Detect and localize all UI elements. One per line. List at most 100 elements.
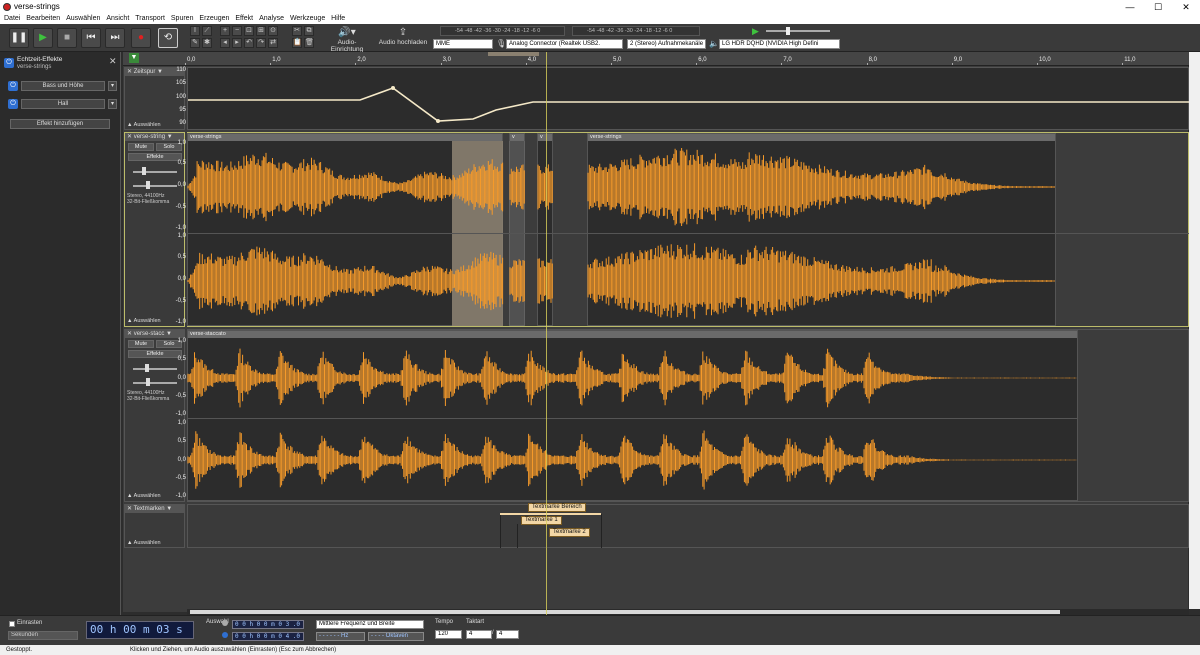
track-close-icon[interactable]: ✕ [127,134,134,140]
menu-generate[interactable]: Erzeugen [199,14,229,24]
skip-end-button[interactable]: ⏭ [105,28,125,48]
close-panel-icon[interactable]: ✕ [109,56,117,67]
fit-selection-icon[interactable]: ⊡ [244,26,254,36]
effect-options-icon[interactable]: ▾ [108,99,117,109]
snap-unit-select[interactable]: Sekunden [8,631,78,640]
playback-speed-slider[interactable] [766,30,830,32]
effect-reverb[interactable]: Hall [21,99,105,109]
effect-options-icon[interactable]: ▾ [108,81,117,91]
recording-device-select[interactable]: Analog Connector (Realtek USB2. [506,39,623,49]
label-2[interactable]: Textmarke 2 [549,528,590,537]
playback-meter[interactable]: -54 -48 -42 -36 -30 -24 -18 -12 -6 0 [572,26,700,36]
horizontal-scroll-thumb[interactable] [190,610,1060,614]
staccato-track-header[interactable]: ✕ verse-stacc ▼ [125,330,184,338]
minimize-button[interactable]: — [1116,0,1144,14]
pan-thumb[interactable] [146,378,150,386]
zoom-out-icon[interactable]: − [232,26,242,36]
fit-project-icon[interactable]: ⊞ [256,26,266,36]
menu-tracks[interactable]: Spuren [171,14,194,24]
pan-thumb[interactable] [146,181,150,189]
clip-name[interactable]: verse-staccato [188,331,1077,338]
clip-name[interactable]: verse-strings [188,134,502,141]
menu-edit[interactable]: Bearbeiten [26,14,60,24]
maximize-button[interactable]: ☐ [1144,0,1172,14]
multi-tool-icon[interactable]: ✱ [202,38,212,48]
track-menu-icon[interactable]: ▼ [165,506,172,512]
share-audio-button[interactable]: ⇪ Audio hochladen [378,27,428,49]
sync-lock-icon[interactable]: ⇄ [268,38,278,48]
speed-slider-thumb[interactable] [786,27,790,35]
menu-view[interactable]: Ansicht [106,14,129,24]
loop-button[interactable]: ⟲ [158,28,178,48]
label-track-select[interactable]: ▲ Auswählen [127,540,161,546]
mute-button[interactable]: Mute [128,340,154,348]
spectral-selection-mode-select[interactable]: Mittlere Frequenz und Breite [316,620,424,629]
recording-channels-select[interactable]: 2 (Stereo) Aufnahmekanäle [627,39,706,49]
delete-icon[interactable]: 🗑 [304,38,314,48]
record-button[interactable]: ● [131,28,151,48]
menu-file[interactable]: Datei [4,14,20,24]
paste-icon[interactable]: 📋 [292,38,302,48]
pan-slider[interactable] [133,185,177,187]
label-track-canvas[interactable] [187,504,1189,548]
envelope-tool-icon[interactable]: ⟋ [202,26,212,36]
host-select[interactable]: MME [433,39,493,49]
vertical-scrollbar[interactable] [1189,52,1200,609]
time-signature-numerator[interactable]: 4 [466,630,492,639]
selection-end-field[interactable]: 0 0 h 0 0 m 0 4 .0 0 3 s [232,632,304,641]
menu-effect[interactable]: Effekt [235,14,253,24]
track-close-icon[interactable]: ✕ [127,69,134,75]
selection-end-radio[interactable] [222,632,228,638]
gain-thumb[interactable] [145,364,149,372]
effect-bass-treble[interactable]: Bass und Höhe [21,81,105,91]
skip-start-button[interactable]: ⏮ [81,28,101,48]
effect-power-icon[interactable]: ⏻ [8,81,18,91]
track-close-icon[interactable]: ✕ [127,506,134,512]
menu-select[interactable]: Auswählen [66,14,100,24]
power-icon[interactable]: ⏻ [4,58,14,68]
track-menu-icon[interactable]: ▼ [164,331,172,337]
copy-icon[interactable]: ⧉ [304,26,314,36]
time-track-select[interactable]: ▲ Auswählen [127,122,161,128]
menu-help[interactable]: Hilfe [331,14,345,24]
gain-thumb[interactable] [142,167,146,175]
menu-analyze[interactable]: Analyse [259,14,284,24]
stop-button[interactable]: ■ [57,28,77,48]
redo-icon[interactable]: ↷ [256,38,266,48]
selection-tool-icon[interactable]: I [190,26,200,36]
add-effect-button[interactable]: Effekt hinzufügen [10,119,110,129]
time-display[interactable]: 00 h 00 m 03 s [86,621,194,639]
zoom-toggle-icon[interactable]: ⊙ [268,26,278,36]
label-range-bar[interactable] [500,513,601,515]
clip-name[interactable]: v [538,134,552,141]
playback-device-select[interactable]: LG HDR DQHD (NVIDIA High Defini [719,39,840,49]
pan-slider[interactable] [133,382,177,384]
silence-icon[interactable]: ▸ [232,38,242,48]
snap-checkbox[interactable] [9,621,15,627]
clip-name[interactable]: verse-strings [588,134,1055,141]
zoom-in-icon[interactable]: + [220,26,230,36]
menu-tools[interactable]: Werkzeuge [290,14,325,24]
pause-button[interactable]: ❚❚ [9,28,29,48]
label-range[interactable]: Textmarke Bereich [528,503,586,512]
center-frequency-field[interactable]: - - - - - - Hz [316,632,365,641]
label-pin[interactable] [517,524,518,548]
clip-name[interactable]: v [510,134,524,141]
selection-start-field[interactable]: 0 0 h 0 0 m 0 3 .0 8 0 s [232,620,304,629]
bandwidth-field[interactable]: - - - - Oktaven [368,632,424,641]
timeline-ruler[interactable]: ▼ 0,0 1,0 2,0 3,0 4,0 5,0 6,0 7,0 8,0 9,0 10,0 11,0 [123,52,1189,66]
track-close-icon[interactable]: ✕ [127,331,134,337]
track-menu-icon[interactable]: ▼ [155,69,163,75]
time-signature-denominator[interactable]: 4 [496,630,519,639]
play-at-speed-icon[interactable]: ▶ [752,26,759,37]
label-range-left-edge[interactable] [500,514,501,548]
tempo-field[interactable]: 120 [435,630,462,639]
label-1[interactable]: Textmarke 1 [521,516,562,525]
selection-start-radio[interactable] [222,620,228,626]
undo-icon[interactable]: ↶ [244,38,254,48]
label-range-right-edge[interactable] [601,514,602,548]
mute-button[interactable]: Mute [128,143,154,151]
gain-slider[interactable] [133,171,177,173]
gain-slider[interactable] [133,368,177,370]
record-meter[interactable]: -54 -48 -42 -36 -30 -24 -18 -12 -6 0 [440,26,565,36]
